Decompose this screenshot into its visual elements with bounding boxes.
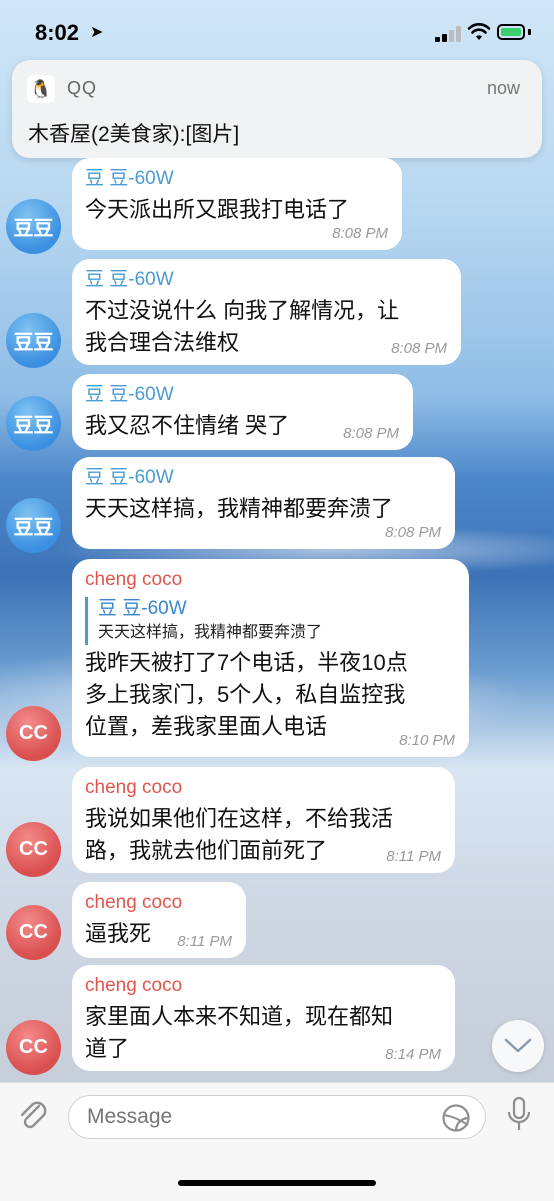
message-input[interactable]: [68, 1095, 486, 1139]
message-text: 今天派出所又跟我打电话了: [85, 197, 350, 222]
avatar[interactable]: CC: [6, 822, 61, 877]
message-time: 8:14 PM: [385, 1046, 441, 1063]
message-time: 8:11 PM: [386, 848, 441, 865]
sender-name: 豆 豆-60W: [85, 168, 174, 189]
message-bubble[interactable]: cheng coco 逼我死 8:11 PM: [72, 882, 246, 958]
sender-name: 豆 豆-60W: [85, 269, 174, 290]
wifi-icon: [467, 23, 491, 40]
status-bar: 8:02 ➤: [0, 0, 554, 60]
quoted-text: 天天这样搞，我精神都要奔溃了: [98, 624, 323, 641]
sender-name: cheng coco: [85, 892, 183, 913]
message-bubble[interactable]: cheng coco 家里面人本来不知道，现在都知 道了 8:14 PM: [72, 965, 455, 1071]
avatar[interactable]: 豆豆: [6, 199, 61, 254]
message-text-line: 我说如果他们在这样，不给我活: [85, 806, 394, 831]
message-text-line: 家里面人本来不知道，现在都知: [85, 1004, 394, 1029]
quoted-sender: 豆 豆-60W: [98, 598, 187, 619]
message-bubble[interactable]: 豆 豆-60W 今天派出所又跟我打电话了 8:08 PM: [72, 158, 402, 250]
battery-cap: [528, 29, 531, 35]
message-time: 8:11 PM: [177, 933, 232, 950]
battery-icon: [497, 24, 525, 40]
notification-app-name: QQ: [67, 78, 98, 98]
sticker-icon[interactable]: [441, 1103, 471, 1133]
status-time: 8:02: [35, 20, 80, 45]
avatar[interactable]: CC: [6, 905, 61, 960]
message-time: 8:10 PM: [399, 732, 455, 749]
sender-name: 豆 豆-60W: [85, 384, 174, 405]
message-time: 8:08 PM: [332, 225, 388, 242]
message-text-line: 我昨天被打了7个电话，半夜10点: [85, 650, 408, 675]
chevron-down-icon: [504, 1038, 532, 1053]
quoted-reply[interactable]: 豆 豆-60W 天天这样搞，我精神都要奔溃了: [85, 597, 455, 645]
avatar[interactable]: CC: [6, 1020, 61, 1075]
scroll-down-button[interactable]: [492, 1020, 544, 1072]
message-bubble[interactable]: cheng coco 豆 豆-60W 天天这样搞，我精神都要奔溃了 我昨天被打了…: [72, 559, 469, 757]
notification-body: 木香屋(2美食家):[图片]: [28, 123, 240, 146]
sender-name: cheng coco: [85, 777, 183, 798]
sender-name: 豆 豆-60W: [85, 467, 174, 488]
message-bubble[interactable]: cheng coco 我说如果他们在这样，不给我活 路，我就去他们面前死了 8:…: [72, 767, 455, 873]
avatar[interactable]: 豆豆: [6, 498, 61, 553]
qq-penguin-icon: 🐧: [27, 75, 55, 103]
message-time: 8:08 PM: [391, 340, 447, 357]
message-text-line: 多上我家门，5个人，私自监控我: [85, 682, 406, 707]
message-bubble[interactable]: 豆 豆-60W 不过没说什么 向我了解情况，让 我合理合法维权 8:08 PM: [72, 259, 461, 365]
avatar[interactable]: 豆豆: [6, 396, 61, 451]
home-indicator[interactable]: [178, 1180, 376, 1186]
message-text-line: 不过没说什么 向我了解情况，让: [85, 298, 400, 323]
sender-name: cheng coco: [85, 975, 183, 996]
message-bubble[interactable]: 豆 豆-60W 天天这样搞，我精神都要奔溃了 8:08 PM: [72, 457, 455, 549]
sender-name: cheng coco: [85, 569, 183, 590]
message-time: 8:08 PM: [343, 425, 399, 442]
paperclip-icon[interactable]: [15, 1097, 51, 1133]
microphone-icon[interactable]: [505, 1095, 533, 1135]
cellular-signal-icon: [435, 26, 463, 42]
message-bubble[interactable]: 豆 豆-60W 我又忍不住情绪 哭了 8:08 PM: [72, 374, 413, 450]
notification-banner[interactable]: 🐧 QQ now 木香屋(2美食家):[图片]: [12, 60, 542, 158]
notification-time: now: [486, 78, 520, 98]
avatar[interactable]: 豆豆: [6, 313, 61, 368]
avatar[interactable]: CC: [6, 706, 61, 761]
message-text: 天天这样搞，我精神都要奔溃了: [85, 496, 394, 521]
message-text: 我昨天被打了7个电话，半夜10点 多上我家门，5个人，私自监控我 位置，差我家里…: [85, 647, 455, 743]
location-arrow-icon: ➤: [90, 24, 104, 41]
message-time: 8:08 PM: [385, 524, 441, 541]
